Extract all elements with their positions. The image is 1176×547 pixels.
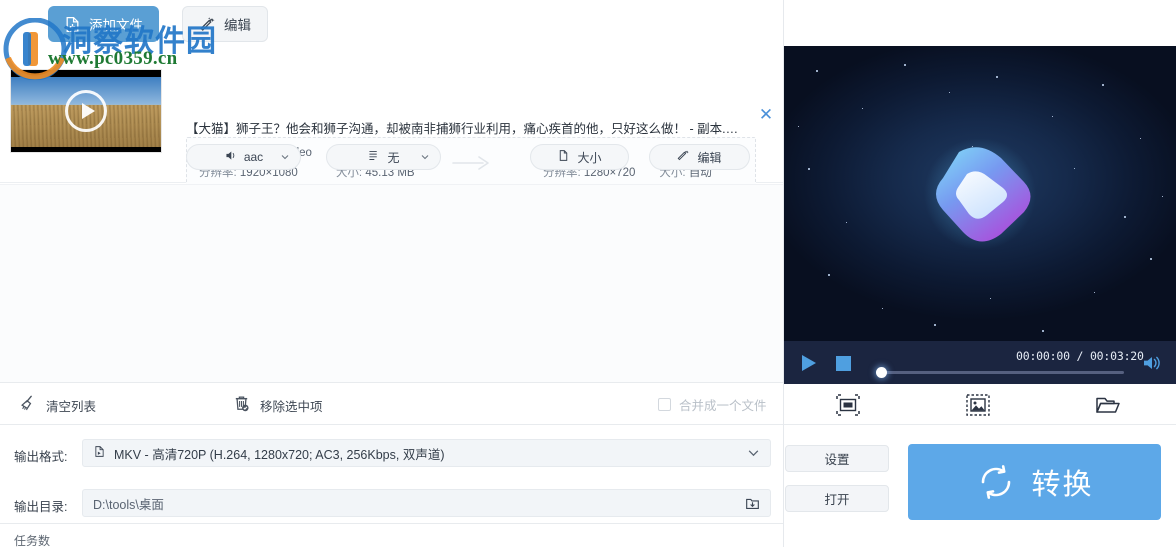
star — [1150, 258, 1152, 260]
speaker-icon — [224, 149, 237, 165]
star — [808, 168, 810, 170]
output-settings-area: 输出格式: MKV - 高清720P (H.264, 1280x720; AC3… — [0, 425, 784, 522]
chevron-down-icon — [421, 155, 429, 160]
star — [1140, 138, 1141, 139]
plus-file-icon — [64, 16, 81, 33]
star — [1042, 330, 1044, 332]
open-button[interactable]: 打开 — [785, 485, 889, 512]
right-action-area: 设置 打开 转换 — [784, 425, 1176, 547]
thumbnail-play-icon[interactable] — [65, 90, 107, 132]
list-action-bar: 清空列表 移除选中项 合并成一个文件 — [0, 382, 784, 425]
convert-button[interactable]: 转换 — [908, 444, 1161, 520]
close-icon[interactable]: ✕ — [757, 106, 775, 124]
snapshot-icon[interactable] — [835, 393, 861, 417]
tab-edit[interactable]: 编辑 — [182, 6, 268, 42]
magic-wand-icon — [677, 149, 690, 165]
subtitle-icon — [367, 149, 380, 165]
tab-bar: 添加文件 编辑 — [0, 0, 784, 48]
magic-wand-icon — [199, 16, 216, 33]
star — [990, 298, 991, 299]
tab-add-file[interactable]: 添加文件 — [48, 6, 159, 42]
star — [934, 324, 936, 326]
clear-list-button[interactable]: 清空列表 — [18, 393, 96, 417]
star — [882, 308, 883, 309]
star — [1162, 196, 1163, 197]
seek-handle[interactable] — [876, 367, 887, 378]
tab-edit-label: 编辑 — [224, 18, 251, 33]
audio-track-label: aac — [243, 150, 264, 164]
preview-topbar — [784, 0, 1176, 46]
player-controls: 00:00:00 / 00:03:20 — [784, 341, 1176, 384]
broom-icon — [18, 394, 37, 416]
star — [1124, 216, 1126, 218]
output-dir-input[interactable]: D:\tools\桌面 — [82, 489, 771, 517]
output-dir-value: D:\tools\桌面 — [93, 497, 164, 512]
merge-into-one-checkbox[interactable]: 合并成一个文件 — [658, 395, 767, 414]
tab-add-file-label: 添加文件 — [89, 18, 143, 33]
player-time-display: 00:00:00 / 00:03:20 — [1016, 349, 1144, 363]
seek-bar[interactable] — [878, 371, 1124, 374]
play-button-logo[interactable] — [921, 137, 1039, 250]
remove-selected-button[interactable]: 移除选中项 — [232, 393, 323, 417]
file-list-empty-area[interactable] — [0, 184, 784, 382]
settings-button[interactable]: 设置 — [785, 445, 889, 472]
output-dir-label: 输出目录: — [14, 500, 68, 514]
convert-button-label: 转换 — [1031, 469, 1094, 501]
star — [996, 76, 998, 78]
star — [1102, 84, 1104, 86]
volume-icon[interactable] — [1142, 354, 1164, 372]
folder-download-icon[interactable] — [745, 496, 760, 511]
right-panel: 00:00:00 / 00:03:20 设置 打开 转换 — [784, 0, 1176, 547]
file-title: 【大猫】狮子王？他会和狮子沟通，却被南非捕狮行业利用，痛心疾首的他，只好这么做！… — [186, 122, 744, 136]
output-format-value: MKV - 高清720P (H.264, 1280x720; AC3, 256K… — [114, 447, 445, 462]
play-icon[interactable] — [802, 355, 816, 371]
convert-refresh-icon — [982, 465, 1011, 499]
size-button-label: 大小 — [577, 150, 602, 165]
task-count-label: 任务数 — [14, 534, 51, 547]
video-preview[interactable] — [784, 46, 1176, 341]
merge-label: 合并成一个文件 — [679, 399, 767, 413]
checkbox-box[interactable] — [658, 398, 671, 411]
output-format-select[interactable]: MKV - 高清720P (H.264, 1280x720; AC3, 256K… — [82, 439, 771, 467]
status-bar: 任务数 — [0, 523, 784, 547]
preview-tool-row — [784, 384, 1176, 425]
edit-button[interactable]: 编辑 — [649, 144, 750, 170]
star — [846, 222, 847, 223]
video-file-icon — [93, 445, 106, 461]
subtitle-selector[interactable]: 无 — [326, 144, 441, 170]
stop-icon[interactable] — [836, 356, 851, 371]
star — [1074, 168, 1075, 169]
audio-track-selector[interactable]: aac — [186, 144, 301, 170]
folder-open-icon[interactable] — [1095, 393, 1121, 417]
output-format-label: 输出格式: — [14, 450, 68, 464]
trash-icon — [232, 394, 251, 416]
video-thumbnail[interactable] — [10, 69, 162, 153]
file-option-row: aac 无 大小 编辑 — [0, 144, 784, 174]
star — [1094, 292, 1095, 293]
app-window: 添加文件 编辑 洞察软件园 www.pc0359.cn 【大猫】狮子王？他会和狮… — [0, 0, 1176, 547]
edit-button-label: 编辑 — [697, 150, 722, 165]
size-button[interactable]: 大小 — [530, 144, 629, 170]
clear-list-label: 清空列表 — [46, 399, 97, 414]
image-capture-icon[interactable] — [965, 393, 991, 417]
star — [949, 92, 950, 93]
remove-selected-label: 移除选中项 — [260, 399, 323, 414]
chevron-down-icon — [281, 155, 289, 160]
star — [798, 126, 799, 127]
star — [816, 70, 818, 72]
left-panel: 添加文件 编辑 洞察软件园 www.pc0359.cn 【大猫】狮子王？他会和狮… — [0, 0, 784, 547]
chevron-down-icon — [748, 450, 759, 457]
star — [828, 274, 830, 276]
star — [904, 64, 906, 66]
subtitle-label: 无 — [387, 150, 400, 165]
star — [1052, 116, 1053, 117]
file-icon — [557, 149, 570, 165]
star — [862, 108, 863, 109]
